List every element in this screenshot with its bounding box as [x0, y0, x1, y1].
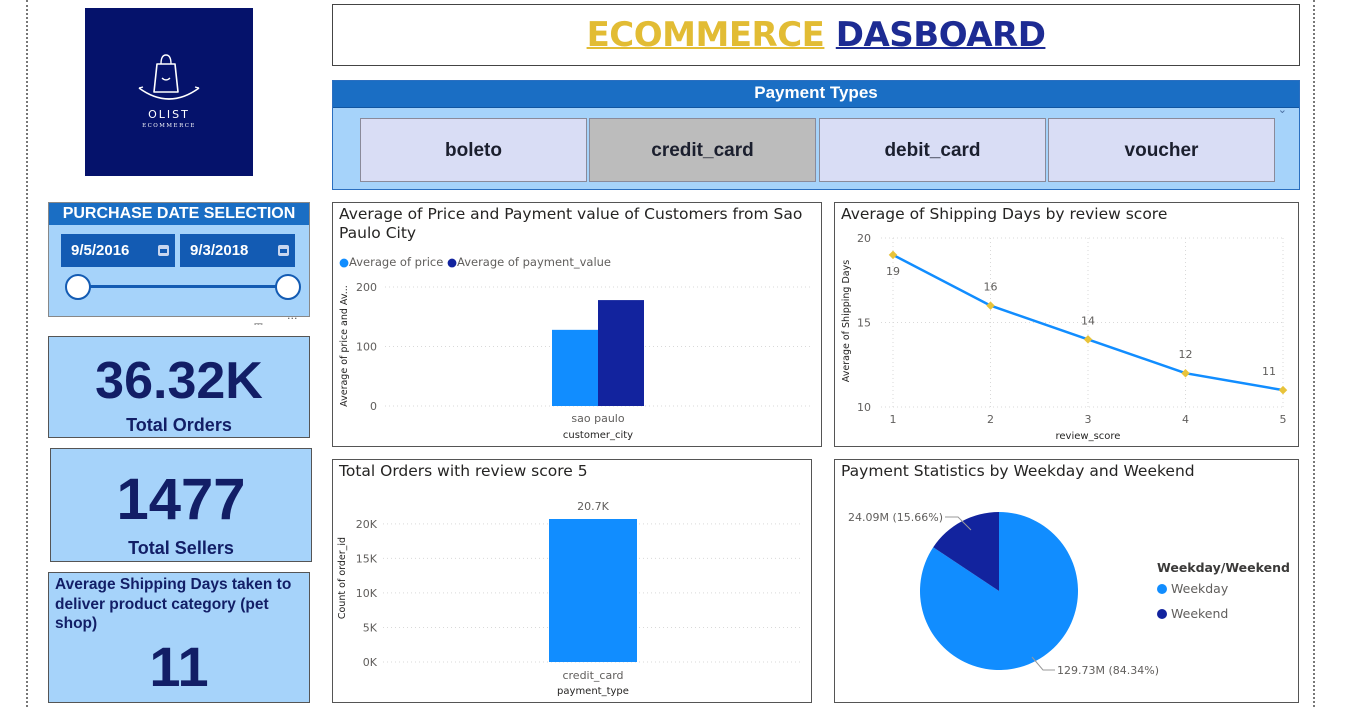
payment-slicer-header: Payment Types	[333, 81, 1299, 108]
page-right-border	[1313, 0, 1315, 707]
kpi-card-total-sellers: 1477 Total Sellers	[50, 448, 312, 562]
y-axis-label: Count of order_id	[337, 537, 348, 619]
data-label: 20.7K	[577, 500, 609, 513]
y-tick-label: 20K	[356, 518, 378, 531]
payment-option-voucher[interactable]: voucher	[1048, 118, 1275, 182]
pie-chart-weekday-weekend: 24.09M (15.66%) 129.73M (84.34%) Weekday/W…	[848, 511, 1290, 677]
bar-chart-orders-review5: 0K 5K 10K 15K 20K 20.7K credit_card payment_typ…	[337, 500, 803, 697]
data-point	[1278, 385, 1288, 395]
filter-icon[interactable]: ⎓	[254, 317, 263, 331]
data-label-weekend: 24.09M (15.66%)	[848, 511, 943, 524]
data-point	[986, 301, 995, 310]
kpi-value: 1477	[116, 467, 246, 532]
payment-option-debit-card[interactable]: debit_card	[819, 118, 1046, 182]
kpi-label: Total Sellers	[128, 538, 234, 558]
y-tick-label: 200	[356, 281, 377, 294]
shopping-bag-icon	[138, 54, 200, 100]
x-axis-label: payment_type	[557, 686, 629, 697]
logo-brand: OLIST	[148, 108, 190, 121]
end-date-input[interactable]: 9/3/2018	[180, 234, 295, 267]
bar-chart-price-payment: 0 100 200 sao paulo customer_city Average of …	[339, 281, 811, 441]
olist-logo: OLIST ECOMMERCE	[85, 8, 253, 176]
payment-type-slicer: Payment Types ⌄ boleto credit_card debit…	[332, 80, 1300, 190]
payment-option-boleto[interactable]: boleto	[360, 118, 587, 182]
page-left-border	[26, 0, 28, 707]
y-tick-label: 10	[857, 401, 871, 414]
kpi-value: 11	[149, 635, 209, 698]
data-label: 12	[1179, 348, 1193, 361]
legend-label-weekday: Weekday	[1171, 581, 1229, 596]
x-axis-label: review_score	[1056, 431, 1121, 442]
legend-marker-weekday	[1157, 584, 1167, 594]
kpi-card-total-orders: 36.32K Total Orders	[48, 336, 310, 438]
y-tick-label: 10K	[356, 587, 378, 600]
y-axis-label: Average of price and Av...	[339, 285, 350, 407]
bar-avg-price	[552, 329, 598, 406]
chart-orders-review5: Total Orders with review score 5 0K 5K 10K…	[332, 459, 812, 703]
line-chart-shipping-days: 1015201 2 3 4 51916141211review_scoreAverage…	[841, 232, 1288, 442]
x-axis-label: customer_city	[563, 430, 633, 441]
start-date-value: 9/5/2016	[71, 242, 130, 259]
legend-marker-weekend	[1157, 609, 1167, 619]
data-point	[1083, 335, 1093, 344]
bar-credit-card	[549, 519, 637, 662]
kpi-card-avg-shipping: Average Shipping Days taken to deliver p…	[48, 572, 310, 703]
data-point	[888, 250, 898, 260]
x-tick-label: 3	[1085, 413, 1092, 426]
chart-avg-price-payment: Average of Price and Payment value of Cu…	[332, 202, 822, 447]
y-tick-label: 20	[857, 232, 871, 245]
legend-title: Weekday/Weekend	[1157, 560, 1290, 575]
x-tick-label: 1	[890, 413, 897, 426]
chart-shipping-days: Average of Shipping Days by review score…	[834, 202, 1299, 447]
data-label: 19	[886, 265, 900, 278]
date-range-start-handle[interactable]	[65, 274, 91, 300]
more-options-icon[interactable]: ···	[287, 312, 298, 325]
x-tick-label: credit_card	[562, 669, 623, 682]
end-date-value: 9/3/2018	[190, 242, 249, 259]
title-part-dashboard: DASBOARD	[835, 15, 1046, 55]
y-tick-label: 15	[857, 317, 871, 330]
title-part-ecommerce: ECOMMERCE	[586, 15, 825, 55]
date-range-end-handle[interactable]	[275, 274, 301, 300]
data-label: 16	[984, 281, 998, 294]
data-label: 11	[1262, 365, 1276, 378]
logo-tagline: ECOMMERCE	[142, 123, 196, 129]
y-tick-label: 0K	[363, 656, 378, 669]
x-tick-label: 4	[1182, 413, 1189, 426]
x-tick-label: sao paulo	[571, 412, 624, 425]
bar-avg-payment-value	[598, 300, 644, 406]
data-label: 14	[1081, 314, 1095, 327]
payment-option-credit-card[interactable]: credit_card	[589, 118, 816, 182]
x-tick-label: 5	[1280, 413, 1287, 426]
kpi-value: 36.32K	[95, 352, 263, 410]
calendar-icon[interactable]	[278, 245, 289, 256]
y-tick-label: 0	[370, 400, 377, 413]
calendar-icon[interactable]	[158, 245, 169, 256]
chevron-down-icon[interactable]: ⌄	[1278, 103, 1287, 116]
kpi-label: Average Shipping Days taken to deliver p…	[55, 576, 292, 632]
data-point	[1181, 368, 1190, 378]
date-slicer-header: PURCHASE DATE SELECTION	[49, 203, 309, 225]
y-tick-label: 100	[356, 341, 377, 354]
dashboard-title: ECOMMERCE DASBOARD	[332, 4, 1300, 66]
data-label-weekday: 129.73M (84.34%)	[1057, 664, 1159, 677]
kpi-label: Total Orders	[126, 415, 232, 435]
start-date-input[interactable]: 9/5/2016	[61, 234, 175, 267]
y-axis-label: Average of Shipping Days	[841, 260, 852, 382]
purchase-date-slicer: PURCHASE DATE SELECTION 9/5/2016 9/3/201…	[48, 202, 310, 317]
date-range-slider-track[interactable]	[77, 285, 289, 288]
chart-payment-weekday-weekend: Payment Statistics by Weekday and Weeken…	[834, 459, 1299, 703]
y-tick-label: 15K	[356, 552, 378, 565]
legend-label-weekend: Weekend	[1171, 606, 1228, 621]
x-tick-label: 2	[987, 413, 994, 426]
y-tick-label: 5K	[363, 621, 378, 634]
